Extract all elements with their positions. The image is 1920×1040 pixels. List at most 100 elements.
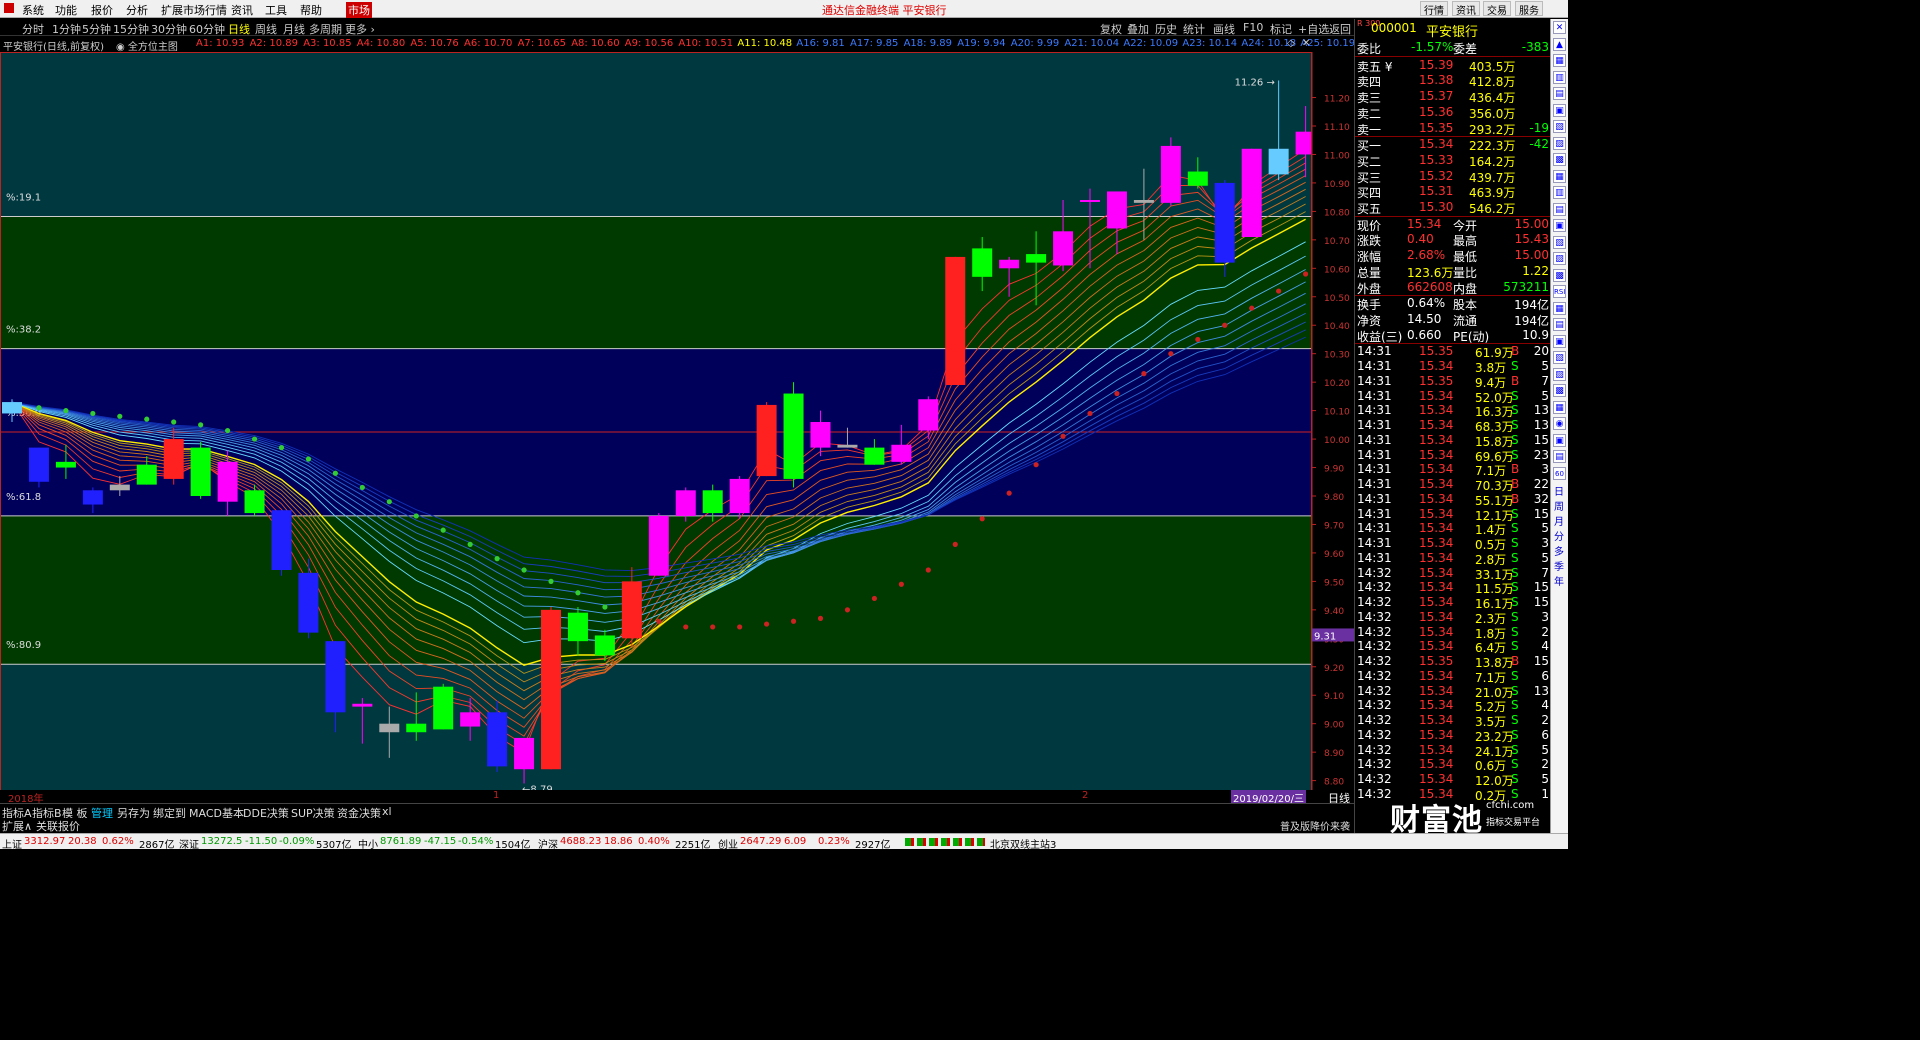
index-name[interactable]: 沪深: [538, 836, 558, 851]
indicator-tab[interactable]: xl: [382, 805, 392, 818]
side-tool-icon[interactable]: ▤: [1553, 87, 1566, 100]
quote-stat-row[interactable]: 涨幅 2.68% 最低 15.00: [1355, 248, 1551, 264]
bid-row[interactable]: 买三 15.32 439.7万: [1355, 169, 1551, 185]
chart-mode-toggle[interactable]: ◉ 全方位主图: [116, 38, 178, 52]
chart-close-icon[interactable]: ✕: [1302, 38, 1310, 49]
stock-name[interactable]: 平安银行: [1426, 21, 1478, 40]
extension-tab[interactable]: 扩展∧: [2, 818, 32, 834]
period-tab[interactable]: 1分钟: [52, 21, 81, 37]
chart-tool-tab[interactable]: 画线: [1213, 21, 1235, 37]
side-tool-icon[interactable]: ▤: [1553, 318, 1566, 331]
side-tool-icon[interactable]: ▣: [1553, 334, 1566, 348]
quote-stat-row[interactable]: 总量 123.6万 量比 1.22: [1355, 264, 1551, 280]
kline-chart[interactable]: %:19.1 %:38.2 %:50.0 %:61.8 %:80.9 11.20 11.10…: [0, 52, 1354, 792]
period-tab[interactable]: 月线: [283, 21, 305, 37]
side-tool-icon[interactable]: ▨: [1553, 367, 1566, 381]
promo-text[interactable]: 普及版降价来袭: [1280, 818, 1350, 833]
side-tool-icon[interactable]: ▥: [1553, 186, 1566, 199]
menu-item[interactable]: 帮助: [300, 2, 322, 18]
period-tab[interactable]: 30分钟: [151, 21, 187, 37]
period-tab[interactable]: 分时: [22, 21, 44, 37]
period-shortcut[interactable]: 分: [1554, 528, 1564, 543]
ask-row[interactable]: 卖三 15.37 436.4万: [1355, 89, 1551, 105]
chart-tool-tab[interactable]: 标记: [1270, 21, 1292, 37]
menu-item[interactable]: 资讯: [231, 2, 253, 18]
period-tab[interactable]: 日线: [228, 21, 250, 37]
side-tool-icon[interactable]: RSI: [1553, 285, 1566, 298]
bid-row[interactable]: 买一 15.34 222.3万 -42: [1355, 137, 1551, 153]
chart-tool-tab[interactable]: 叠加: [1127, 21, 1149, 37]
extension-tab[interactable]: 关联报价: [36, 818, 80, 834]
chart-tool-tab[interactable]: 复权: [1100, 21, 1122, 37]
top-button[interactable]: 行情: [1420, 1, 1448, 17]
menu-item[interactable]: 工具: [265, 2, 287, 18]
menu-item[interactable]: 功能: [55, 2, 77, 18]
menu-item[interactable]: 报价: [91, 2, 113, 18]
side-tool-icon[interactable]: ▤: [1553, 450, 1566, 463]
side-tool-icon[interactable]: ▦: [1553, 54, 1566, 67]
chart-tool-tab[interactable]: 返回: [1329, 21, 1351, 37]
period-shortcut[interactable]: 年: [1554, 573, 1564, 588]
quote-stat-row[interactable]: 外盘 662608 内盘 573211: [1355, 280, 1551, 296]
side-tool-icon[interactable]: ▩: [1553, 268, 1566, 282]
side-tool-icon[interactable]: ▣: [1553, 433, 1566, 447]
period-shortcut[interactable]: 周: [1554, 498, 1564, 513]
side-tool-icon[interactable]: ▧: [1553, 351, 1566, 364]
ask-row[interactable]: 卖五 ¥ 15.39 403.5万: [1355, 58, 1551, 74]
period-shortcut[interactable]: 多: [1554, 543, 1564, 558]
index-name[interactable]: 创业: [718, 836, 738, 851]
side-tool-icon[interactable]: ▦: [1553, 169, 1566, 183]
ask-row[interactable]: 卖二 15.36 356.0万: [1355, 105, 1551, 121]
side-tool-icon[interactable]: ▣: [1553, 103, 1566, 117]
quote-stat-row[interactable]: 现价 15.34 今开 15.00: [1355, 217, 1551, 233]
period-tab[interactable]: 周线: [255, 21, 277, 37]
server-name[interactable]: 北京双线主站3: [990, 836, 1056, 851]
period-tab[interactable]: 更多 ›: [345, 21, 375, 37]
order-ratio-row[interactable]: 委比 -1.57% 委差 -383: [1355, 40, 1551, 56]
side-tool-icon[interactable]: ▤: [1553, 202, 1566, 216]
stock-code[interactable]: 000001: [1371, 21, 1417, 35]
kline-chart-svg[interactable]: %:19.1%:38.2%:50.0%:61.8%:80.911.2011.10…: [0, 52, 1354, 792]
side-tool-icon[interactable]: ▩: [1553, 153, 1566, 166]
chart-tool-tab[interactable]: +自选: [1298, 21, 1329, 37]
side-tool-icon[interactable]: ◉: [1553, 417, 1566, 430]
side-tool-icon[interactable]: ▧: [1553, 235, 1566, 249]
side-tool-icon[interactable]: ▣: [1553, 219, 1566, 232]
top-button[interactable]: 资讯: [1452, 1, 1480, 17]
side-tool-icon[interactable]: 60: [1553, 466, 1566, 480]
quote-stat-row[interactable]: 涨跌 0.40 最高 15.43: [1355, 232, 1551, 248]
side-tool-icon[interactable]: ▩: [1553, 384, 1566, 397]
chart-tool-tab[interactable]: 统计: [1183, 21, 1205, 37]
side-tool-icon[interactable]: ▨: [1553, 252, 1566, 265]
quote-stat-row[interactable]: 换手 0.64% 股本 194亿: [1355, 296, 1551, 312]
period-shortcut[interactable]: 月: [1554, 513, 1564, 528]
chart-tool-tab[interactable]: F10: [1243, 21, 1263, 34]
period-shortcut[interactable]: 季: [1554, 558, 1564, 573]
period-shortcut[interactable]: 日: [1554, 483, 1564, 498]
period-tab[interactable]: 5分钟: [82, 21, 111, 37]
period-tab[interactable]: 60分钟: [189, 21, 225, 37]
side-tool-icon[interactable]: ▥: [1553, 70, 1566, 84]
menu-item[interactable]: 系统: [22, 2, 44, 18]
menu-item[interactable]: 分析: [126, 2, 148, 18]
side-tool-icon[interactable]: ▦: [1553, 301, 1566, 315]
index-name[interactable]: 中小: [358, 836, 378, 851]
ask-row[interactable]: 卖一 15.35 293.2万 -19: [1355, 121, 1551, 137]
side-tool-icon[interactable]: ✕: [1553, 21, 1566, 34]
quote-stat-row[interactable]: 净资 14.50 流通 194亿: [1355, 312, 1551, 328]
bid-row[interactable]: 买四 15.31 463.9万: [1355, 184, 1551, 200]
period-tab[interactable]: 多周期: [309, 21, 342, 37]
period-tab[interactable]: 15分钟: [113, 21, 149, 37]
ask-row[interactable]: 卖四 15.38 412.8万: [1355, 73, 1551, 89]
side-tool-icon[interactable]: ▨: [1553, 136, 1566, 150]
menu-item[interactable]: 扩展市场行情: [161, 2, 227, 18]
bid-row[interactable]: 买二 15.33 164.2万: [1355, 153, 1551, 169]
top-button[interactable]: 服务: [1515, 1, 1543, 17]
bid-row[interactable]: 买五 15.30 546.2万: [1355, 200, 1551, 216]
index-name[interactable]: 深证: [179, 836, 199, 851]
chart-tool-tab[interactable]: 历史: [1155, 21, 1177, 37]
quote-stat-row[interactable]: 收益(三) 0.660 PE(动) 10.9: [1355, 328, 1551, 344]
chart-settings-icon[interactable]: ◇: [1287, 38, 1295, 49]
side-tool-icon[interactable]: ▦: [1553, 400, 1566, 414]
side-tool-icon[interactable]: ▧: [1553, 120, 1566, 133]
